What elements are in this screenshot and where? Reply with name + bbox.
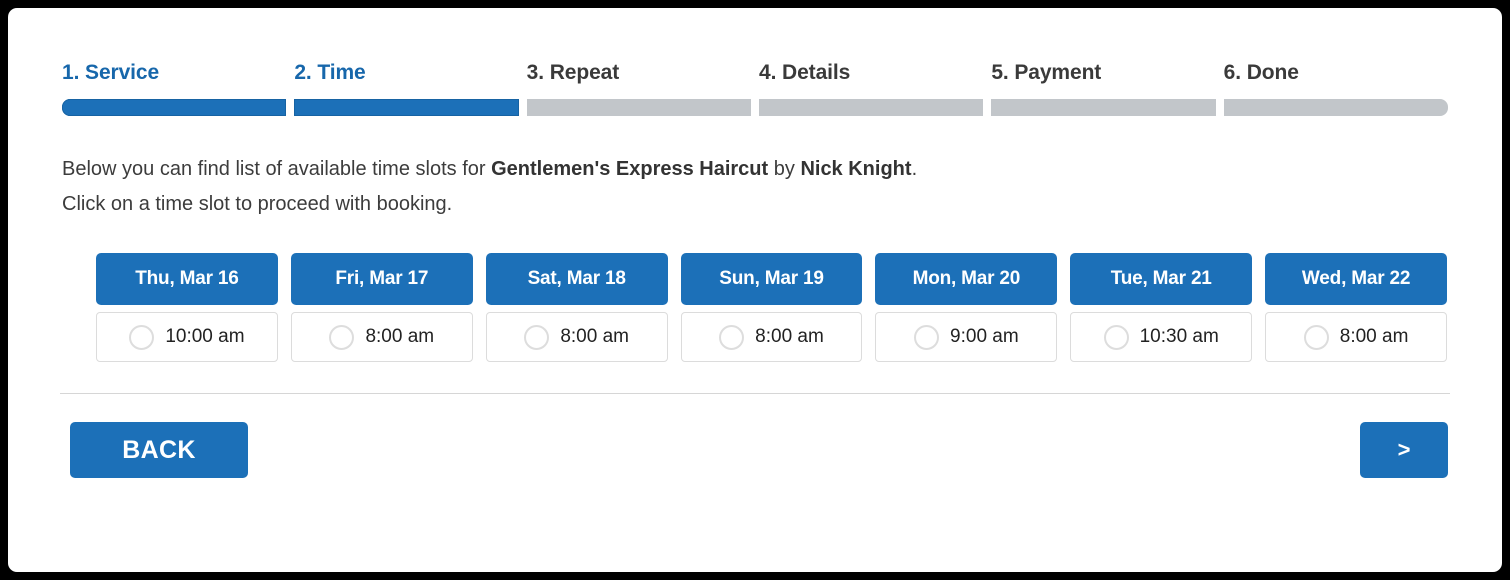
step-repeat-label: 3. Repeat — [526, 61, 620, 84]
day-column-2: Sat, Mar 18 8:00 am — [485, 253, 668, 362]
time-slot-label-2: 8:00 am — [560, 326, 629, 347]
day-column-1: Fri, Mar 17 8:00 am — [290, 253, 473, 362]
day-column-3: Sun, Mar 19 8:00 am — [680, 253, 863, 362]
next-button[interactable]: > — [1360, 422, 1448, 478]
step-time-label: 2. Time — [294, 61, 366, 84]
step-done-label: 6. Done — [1223, 61, 1299, 84]
time-slot-2[interactable]: 8:00 am — [485, 312, 668, 362]
day-header-6[interactable]: Wed, Mar 22 — [1265, 253, 1448, 305]
day-header-1[interactable]: Fri, Mar 17 — [290, 253, 473, 305]
time-slot-label-6: 8:00 am — [1339, 326, 1409, 347]
day-column-4: Mon, Mar 20 9:00 am — [875, 253, 1058, 362]
time-slot-0[interactable]: 10:00 am — [96, 312, 278, 362]
step-service-progress-bar — [62, 99, 287, 116]
day-header-3[interactable]: Sun, Mar 19 — [680, 253, 863, 305]
day-column-0: Thu, Mar 16 10:00 am — [96, 253, 278, 362]
time-slot-label-5: 10:30 am — [1139, 326, 1219, 347]
step-repeat-progress-bar — [526, 99, 751, 116]
time-slot-1[interactable]: 8:00 am — [290, 312, 473, 362]
day-header-0[interactable]: Thu, Mar 16 — [96, 253, 278, 305]
step-payment-progress-bar — [991, 99, 1216, 116]
radio-icon[interactable] — [129, 324, 155, 350]
step-details-progress-bar — [758, 99, 984, 116]
window-frame: 1. Service 2. Time 3. Repeat 4. Details … — [0, 0, 1510, 580]
instructions-line-2: Click on a time slot to proceed with boo… — [62, 193, 453, 215]
provider-name: Nick Knight — [800, 158, 912, 180]
radio-icon[interactable] — [1103, 324, 1129, 350]
step-done[interactable]: 6. Done — [1223, 60, 1448, 116]
section-divider — [60, 393, 1450, 394]
step-details-label: 4. Details — [758, 61, 851, 84]
time-slot-4[interactable]: 9:00 am — [875, 312, 1058, 362]
step-repeat[interactable]: 3. Repeat — [526, 60, 759, 116]
step-payment[interactable]: 5. Payment — [991, 60, 1223, 116]
radio-icon[interactable] — [329, 324, 355, 350]
time-slot-6[interactable]: 8:00 am — [1265, 312, 1448, 362]
time-slot-grid: Thu, Mar 16 10:00 am Fri, Mar 17 8:00 am… — [96, 253, 1448, 362]
time-slot-label-3: 8:00 am — [755, 326, 824, 347]
step-details[interactable]: 4. Details — [758, 60, 991, 116]
back-button[interactable]: BACK — [70, 422, 248, 478]
instructions-line-1: Below you can find list of available tim… — [62, 152, 1448, 187]
wizard-footer: BACK > — [62, 422, 1448, 478]
step-payment-label: 5. Payment — [991, 61, 1102, 84]
step-service[interactable]: 1. Service — [62, 60, 294, 116]
time-slot-3[interactable]: 8:00 am — [680, 312, 863, 362]
booking-stepper: 1. Service 2. Time 3. Repeat 4. Details … — [62, 60, 1448, 116]
service-name: Gentlemen's Express Haircut — [491, 158, 769, 180]
radio-icon[interactable] — [914, 324, 940, 350]
time-slot-label-0: 10:00 am — [165, 326, 245, 347]
step-done-progress-bar — [1223, 99, 1448, 116]
day-header-4[interactable]: Mon, Mar 20 — [875, 253, 1058, 305]
instructions-period: . — [911, 158, 918, 180]
radio-icon[interactable] — [719, 324, 745, 350]
radio-icon[interactable] — [1303, 324, 1329, 350]
step-time[interactable]: 2. Time — [294, 60, 526, 116]
instructions-prefix: Below you can find list of available tim… — [62, 158, 492, 180]
card-content: 1. Service 2. Time 3. Repeat 4. Details … — [60, 60, 1450, 478]
time-slot-5[interactable]: 10:30 am — [1070, 312, 1253, 362]
step-service-label: 1. Service — [62, 61, 160, 84]
day-column-6: Wed, Mar 22 8:00 am — [1265, 253, 1448, 362]
day-header-2[interactable]: Sat, Mar 18 — [485, 253, 668, 305]
time-slot-label-1: 8:00 am — [365, 326, 435, 347]
day-header-5[interactable]: Tue, Mar 21 — [1070, 253, 1253, 305]
time-slot-label-4: 9:00 am — [950, 326, 1019, 347]
booking-card: 1. Service 2. Time 3. Repeat 4. Details … — [8, 8, 1502, 572]
instructions-by: by — [768, 158, 801, 180]
step-time-progress-bar — [294, 99, 519, 116]
day-column-5: Tue, Mar 21 10:30 am — [1070, 253, 1253, 362]
instructions: Below you can find list of available tim… — [62, 152, 1448, 222]
radio-icon[interactable] — [524, 324, 550, 350]
